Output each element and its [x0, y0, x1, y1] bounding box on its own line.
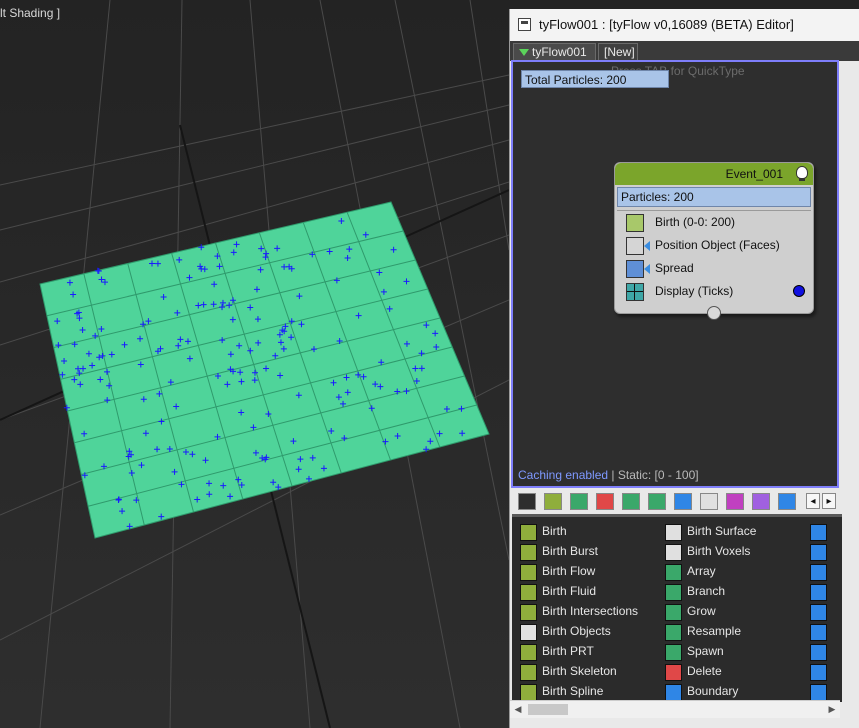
display-color-swatch[interactable]: [793, 285, 805, 297]
category-delete-button[interactable]: [596, 493, 614, 510]
app-icon: [518, 18, 531, 31]
operator-icon[interactable]: [810, 564, 827, 581]
operator-icon: [665, 684, 682, 701]
operator-icon: [520, 644, 537, 661]
operator-icon: [520, 664, 537, 681]
operator-item[interactable]: Resample: [657, 622, 741, 642]
position-object-icon: [626, 237, 644, 255]
operator-item[interactable]: Birth: [512, 522, 567, 542]
arrow-left-icon: [644, 264, 650, 274]
arrow-down-icon: [519, 49, 529, 57]
event-node[interactable]: Event_001 Particles: 200 Birth (0-0: 200…: [614, 162, 814, 320]
horizontal-scrollbar[interactable]: ◀ ▶: [510, 700, 840, 718]
operator-item[interactable]: Grow: [657, 602, 716, 622]
flow-canvas[interactable]: Press TAB for QuickType Total Particles:…: [511, 60, 839, 488]
operator-icon[interactable]: [810, 664, 827, 681]
operator-item[interactable]: Birth PRT: [512, 642, 594, 662]
operator-birth[interactable]: Birth (0-0: 200): [615, 211, 813, 234]
operator-icon[interactable]: [810, 624, 827, 641]
flow-tabs: tyFlow001 [New]: [510, 41, 859, 61]
operator-icon[interactable]: [810, 584, 827, 601]
operator-item[interactable]: Delete: [657, 662, 722, 682]
operator-icon[interactable]: [810, 684, 827, 701]
category-all-button[interactable]: [518, 493, 536, 510]
tab-new[interactable]: [New]: [598, 43, 638, 60]
operator-item[interactable]: Birth Fluid: [512, 582, 596, 602]
operator-item[interactable]: Birth Burst: [512, 542, 598, 562]
operator-icon: [520, 524, 537, 541]
category-shape-button[interactable]: [622, 493, 640, 510]
event-particle-count: Particles: 200: [617, 187, 811, 207]
scroll-left-icon[interactable]: ◀: [512, 703, 524, 716]
display-icon: [626, 283, 644, 301]
operator-icon[interactable]: [810, 544, 827, 561]
arrow-left-icon: [644, 241, 650, 251]
operator-icon: [665, 564, 682, 581]
operator-icon: [520, 564, 537, 581]
operator-item[interactable]: Branch: [657, 582, 725, 602]
operator-icon: [520, 544, 537, 561]
viewport-scene: [0, 0, 509, 728]
operator-icon: [520, 604, 537, 621]
scroll-right-icon[interactable]: ▶: [826, 703, 838, 716]
category-scroll-left-button[interactable]: ◂: [806, 493, 820, 509]
category-physics-button[interactable]: [674, 493, 692, 510]
operator-icon: [665, 604, 682, 621]
operator-icon: [665, 624, 682, 641]
category-misc-button[interactable]: [778, 493, 796, 510]
operator-item[interactable]: Birth Voxels: [657, 542, 750, 562]
operator-icon: [520, 624, 537, 641]
tyflow-editor-window: tyFlow001 : [tyFlow v0,16089 (BETA) Edit…: [509, 9, 859, 728]
category-modify-button[interactable]: [570, 493, 588, 510]
operator-display[interactable]: Display (Ticks): [615, 280, 813, 303]
event-name: Event_001: [725, 167, 783, 181]
operator-icon[interactable]: [810, 524, 827, 541]
event-header[interactable]: Event_001: [615, 163, 813, 185]
event-output-socket[interactable]: [707, 306, 721, 320]
category-scroll-right-button[interactable]: ▸: [822, 493, 836, 509]
operator-icon[interactable]: [810, 604, 827, 621]
tab-tyflow001[interactable]: tyFlow001: [513, 43, 596, 60]
operator-position-object[interactable]: Position Object (Faces): [615, 234, 813, 257]
title-bar: tyFlow001 : [tyFlow v0,16089 (BETA) Edit…: [510, 9, 859, 41]
operator-item[interactable]: Boundary: [657, 682, 738, 702]
caching-status: Caching enabled | Static: [0 - 100]: [518, 468, 699, 482]
operator-item[interactable]: Array: [657, 562, 716, 582]
category-display-button[interactable]: [700, 493, 718, 510]
operator-item[interactable]: Birth Surface: [657, 522, 756, 542]
operator-icon: [665, 584, 682, 601]
spread-icon: [626, 260, 644, 278]
operator-icon[interactable]: [810, 644, 827, 661]
category-mesh-button[interactable]: [648, 493, 666, 510]
birth-icon: [626, 214, 644, 232]
operator-icon: [520, 584, 537, 601]
category-birth-button[interactable]: [544, 493, 562, 510]
operator-item[interactable]: Birth Intersections: [512, 602, 638, 622]
lightbulb-icon[interactable]: [796, 166, 808, 181]
operator-list[interactable]: Birth Birth Burst Birth Flow Birth Fluid Bir…: [512, 514, 842, 702]
operator-icon: [665, 524, 682, 541]
category-test-button[interactable]: [752, 493, 770, 510]
operator-item[interactable]: Spawn: [657, 642, 724, 662]
operator-icon: [665, 644, 682, 661]
operator-item[interactable]: Birth Skeleton: [512, 662, 617, 682]
scrollbar-thumb[interactable]: [528, 704, 568, 715]
window-title: tyFlow001 : [tyFlow v0,16089 (BETA) Edit…: [539, 17, 794, 32]
operator-icon: [665, 664, 682, 681]
total-particles-readout: Total Particles: 200: [521, 70, 669, 88]
operator-item[interactable]: Birth Spline: [512, 682, 603, 702]
operator-item[interactable]: Birth Objects: [512, 622, 611, 642]
operator-item[interactable]: Birth Flow: [512, 562, 595, 582]
operator-spread[interactable]: Spread: [615, 257, 813, 280]
operator-category-bar: ◂ ▸: [510, 489, 859, 513]
operator-icon: [665, 544, 682, 561]
operator-icon: [520, 684, 537, 701]
category-cloth-button[interactable]: [726, 493, 744, 510]
